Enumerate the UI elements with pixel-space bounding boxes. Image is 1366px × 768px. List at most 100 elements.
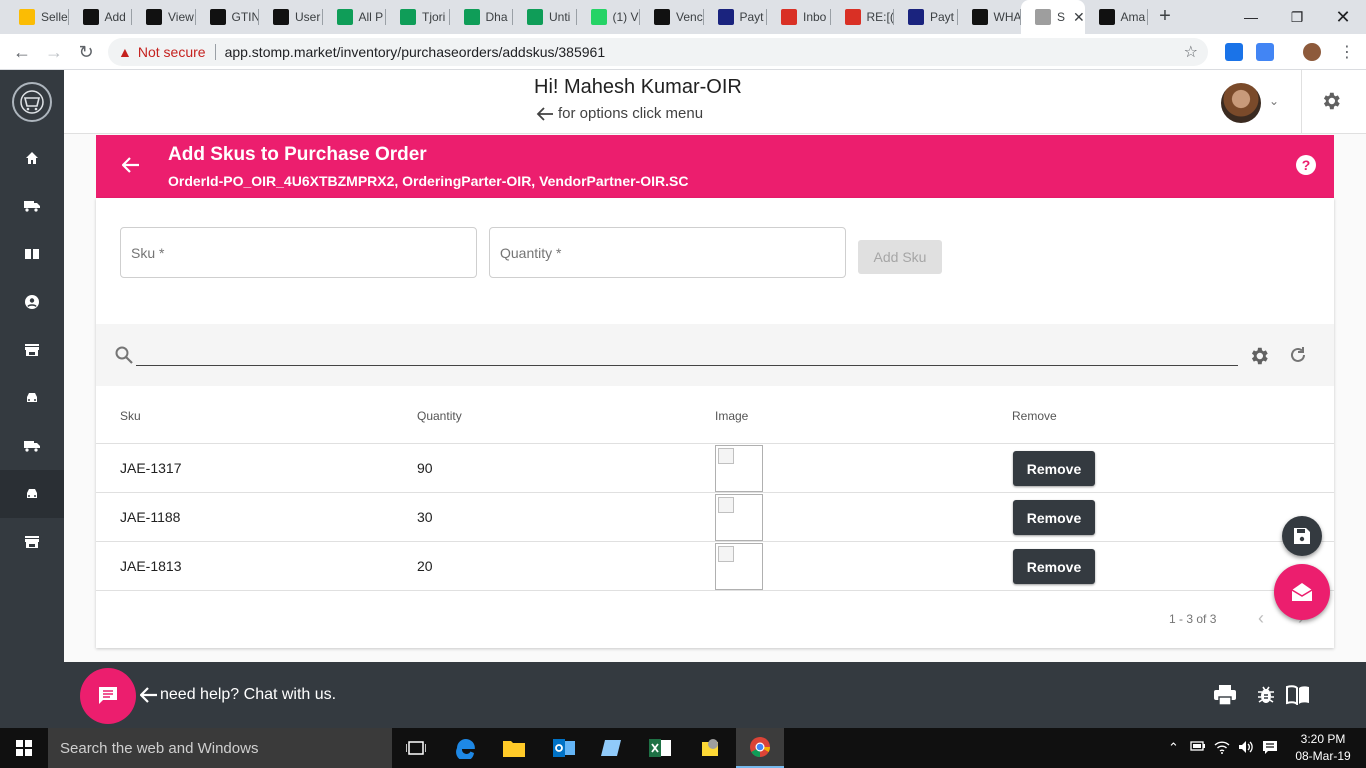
sidebar-book-icon[interactable] bbox=[0, 230, 64, 278]
notes-app-icon[interactable] bbox=[588, 728, 636, 768]
documentation-book-icon[interactable] bbox=[1286, 685, 1310, 708]
browser-tab[interactable]: All P bbox=[323, 0, 386, 34]
translate-extension-icon[interactable] bbox=[1256, 43, 1274, 61]
amazon-icon bbox=[146, 9, 162, 25]
previous-page-icon[interactable]: ‹ bbox=[1258, 608, 1264, 629]
profile-avatar-icon[interactable] bbox=[1303, 43, 1321, 61]
sidebar-truck-icon[interactable] bbox=[0, 182, 64, 230]
sidebar-car-icon[interactable] bbox=[0, 374, 64, 422]
chat-button[interactable] bbox=[80, 668, 136, 724]
browser-tab[interactable]: Selle bbox=[5, 0, 69, 34]
broken-image-icon bbox=[715, 445, 763, 492]
column-header-sku[interactable]: Sku bbox=[120, 409, 141, 423]
sku-field[interactable]: Sku * bbox=[120, 227, 477, 278]
security-label[interactable]: Not secure bbox=[138, 44, 206, 60]
column-header-quantity[interactable]: Quantity bbox=[417, 409, 462, 423]
reload-icon[interactable]: ↻ bbox=[72, 40, 100, 64]
save-fab-button[interactable] bbox=[1282, 516, 1322, 556]
browser-tab[interactable]: WHA bbox=[958, 0, 1021, 34]
mail-fab-button[interactable] bbox=[1274, 564, 1330, 620]
browser-tab[interactable]: Tjori bbox=[386, 0, 450, 34]
help-icon[interactable]: ? bbox=[1296, 155, 1316, 175]
table-row: JAE-1813 20 Remove bbox=[96, 542, 1334, 591]
control-panel-icon[interactable] bbox=[686, 728, 734, 768]
sidebar-shipping-icon[interactable] bbox=[0, 422, 64, 470]
file-explorer-icon[interactable] bbox=[490, 728, 538, 768]
volume-icon[interactable] bbox=[1238, 740, 1254, 757]
tab-title: Dha bbox=[485, 10, 508, 24]
settings-gear-icon[interactable] bbox=[1320, 90, 1342, 115]
refresh-icon[interactable] bbox=[1288, 345, 1308, 368]
system-clock[interactable]: 3:20 PM 08-Mar-19 bbox=[1290, 731, 1356, 765]
browser-menu-icon[interactable]: ⋮ bbox=[1333, 40, 1361, 64]
stomp-icon bbox=[1035, 9, 1051, 25]
sidebar-home-icon[interactable] bbox=[0, 134, 64, 182]
table-header: Sku Quantity Image Remove bbox=[96, 388, 1334, 444]
taskbar-search-input[interactable]: Search the web and Windows bbox=[48, 728, 392, 768]
back-arrow-icon[interactable] bbox=[121, 157, 140, 176]
browser-tab[interactable]: Unti bbox=[513, 0, 577, 34]
gmail-icon bbox=[844, 9, 861, 25]
browser-tab[interactable]: Dha bbox=[450, 0, 513, 34]
browser-tab[interactable]: Payt bbox=[894, 0, 958, 34]
browser-tab[interactable]: (1) V bbox=[577, 0, 640, 34]
battery-icon[interactable] bbox=[1190, 740, 1206, 755]
browser-tab[interactable]: Add bbox=[69, 0, 132, 34]
bug-report-icon[interactable] bbox=[1256, 685, 1276, 708]
browser-tab[interactable]: S ✕ bbox=[1021, 0, 1085, 34]
bookmark-star-icon[interactable]: ☆ bbox=[1184, 42, 1198, 62]
omnibox[interactable]: ▲ Not secure app.stomp.market/inventory/… bbox=[108, 38, 1208, 66]
remove-button[interactable]: Remove bbox=[1013, 549, 1095, 584]
user-avatar[interactable] bbox=[1221, 83, 1261, 123]
forward-arrow-icon[interactable]: → bbox=[40, 40, 68, 64]
browser-tab[interactable]: GTIN bbox=[196, 0, 259, 34]
browser-tab[interactable]: RE:[( bbox=[831, 0, 894, 34]
chevron-down-icon[interactable]: ⌄ bbox=[1269, 94, 1279, 108]
sidebar-store-icon[interactable] bbox=[0, 326, 64, 374]
url-text[interactable]: app.stomp.market/inventory/purchaseorder… bbox=[225, 44, 606, 60]
maximize-button[interactable]: ❐ bbox=[1274, 0, 1320, 34]
action-center-icon[interactable] bbox=[1262, 740, 1278, 757]
chat-prompt[interactable]: need help? Chat with us. bbox=[140, 686, 336, 704]
print-icon[interactable] bbox=[1214, 685, 1236, 708]
search-icon[interactable] bbox=[114, 345, 134, 368]
add-sku-button[interactable]: Add Sku bbox=[858, 240, 942, 274]
excel-icon[interactable] bbox=[636, 728, 684, 768]
remove-button[interactable]: Remove bbox=[1013, 500, 1095, 535]
task-view-icon[interactable] bbox=[392, 728, 440, 768]
sidebar-purchase-orders-icon[interactable] bbox=[0, 470, 64, 518]
outlook-icon[interactable] bbox=[540, 728, 588, 768]
wifi-icon[interactable] bbox=[1214, 740, 1230, 757]
browser-tab[interactable]: Ama bbox=[1085, 0, 1148, 34]
browser-tab[interactable]: Inbo bbox=[767, 0, 831, 34]
edge-browser-icon[interactable] bbox=[442, 728, 490, 768]
browser-tab[interactable]: View bbox=[132, 0, 196, 34]
tab-title: Inbo bbox=[803, 10, 827, 24]
browser-tab[interactable]: Payt bbox=[704, 0, 767, 34]
column-header-remove[interactable]: Remove bbox=[1012, 409, 1057, 423]
app-logo[interactable] bbox=[12, 82, 52, 122]
show-hidden-icons-icon[interactable]: ⌃ bbox=[1168, 740, 1179, 756]
menu-hint[interactable]: for options click menu bbox=[536, 105, 703, 122]
chrome-icon[interactable] bbox=[736, 728, 784, 768]
close-tab-icon[interactable]: ✕ bbox=[1073, 9, 1084, 26]
back-arrow-icon[interactable]: ← bbox=[8, 40, 36, 64]
browser-tab[interactable]: Venc bbox=[640, 0, 704, 34]
amazon-icon bbox=[1098, 9, 1115, 25]
browser-tab[interactable]: User bbox=[259, 0, 323, 34]
windows-start-icon[interactable] bbox=[0, 728, 48, 768]
quantity-field[interactable]: Quantity * bbox=[489, 227, 846, 278]
table-settings-gear-icon[interactable] bbox=[1248, 345, 1270, 370]
remove-button[interactable]: Remove bbox=[1013, 451, 1095, 486]
new-tab-button[interactable]: + bbox=[1153, 5, 1177, 29]
minimize-button[interactable]: — bbox=[1228, 0, 1274, 34]
shield-extension-icon[interactable] bbox=[1225, 43, 1243, 61]
omnibox-divider bbox=[214, 44, 216, 60]
close-window-button[interactable]: ✕ bbox=[1320, 0, 1366, 34]
search-input[interactable] bbox=[136, 365, 1238, 366]
sidebar-account-icon[interactable] bbox=[0, 278, 64, 326]
column-header-image[interactable]: Image bbox=[715, 409, 748, 423]
sheets-icon bbox=[336, 9, 353, 25]
sidebar-warehouse-icon[interactable] bbox=[0, 518, 64, 566]
sku-cell: JAE-1317 bbox=[120, 460, 182, 476]
